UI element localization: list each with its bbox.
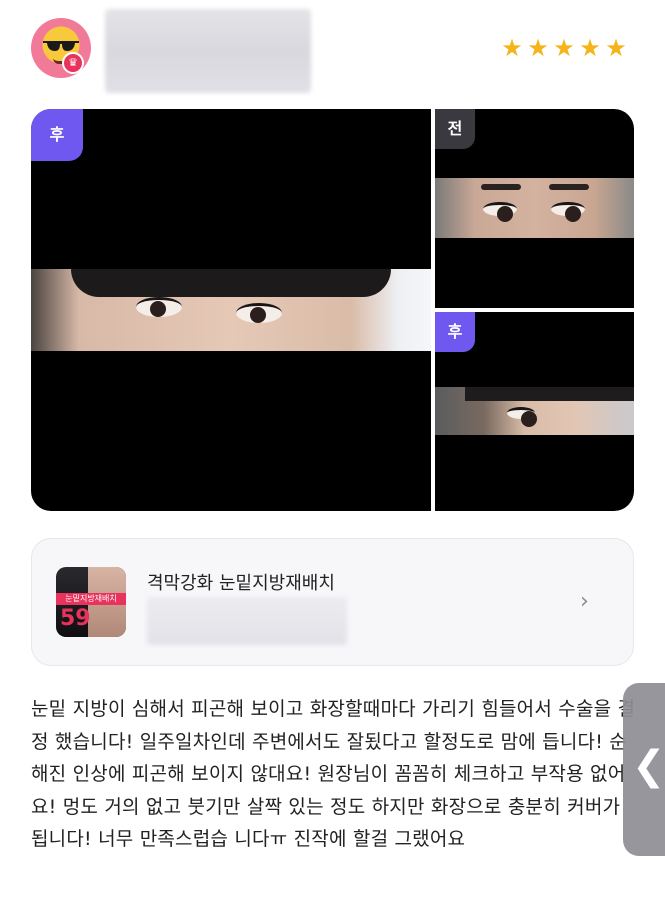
review-photo-main[interactable]: 후	[31, 109, 431, 511]
thumb-band-text: 눈밑지방재배치	[56, 593, 126, 605]
before-eyes-image	[435, 178, 634, 238]
product-price-blurred	[147, 597, 347, 645]
thumb-price-text: 59	[60, 606, 91, 631]
after-tag: 후	[31, 109, 83, 161]
sunglasses-shape	[43, 41, 79, 51]
side-panel-handle[interactable]: ❮	[623, 683, 665, 856]
after-eyes-image-small	[435, 387, 634, 435]
product-thumbnail: 눈밑지방재배치 59	[56, 567, 126, 637]
review-text: 눈밑 지방이 심해서 피곤해 보이고 화장할때마다 가리기 힘들어서 수술을 결…	[31, 698, 636, 850]
star-icon: ★	[579, 34, 601, 62]
username-blurred	[105, 9, 311, 93]
after-tag: 후	[435, 312, 475, 352]
chevron-right-icon: ›	[580, 589, 589, 614]
before-tag: 전	[435, 109, 475, 149]
star-icon: ★	[553, 34, 575, 62]
after-eyes-image	[31, 269, 431, 351]
star-icon: ★	[501, 34, 523, 62]
product-card[interactable]: 눈밑지방재배치 59 격막강화 눈밑지방재배치 ›	[31, 538, 634, 666]
review-photo-before[interactable]: 전	[435, 109, 634, 308]
star-icon: ★	[605, 34, 627, 62]
star-icon: ★	[527, 34, 549, 62]
chevron-left-icon: ❮	[632, 743, 665, 789]
product-title: 격막강화 눈밑지방재배치	[147, 573, 335, 594]
review-photo-after[interactable]: 후	[435, 312, 634, 511]
crown-icon: ♛	[62, 52, 84, 74]
rating-stars: ★ ★ ★ ★ ★	[500, 36, 628, 60]
review-photo-grid: 후 전 후	[31, 109, 634, 511]
